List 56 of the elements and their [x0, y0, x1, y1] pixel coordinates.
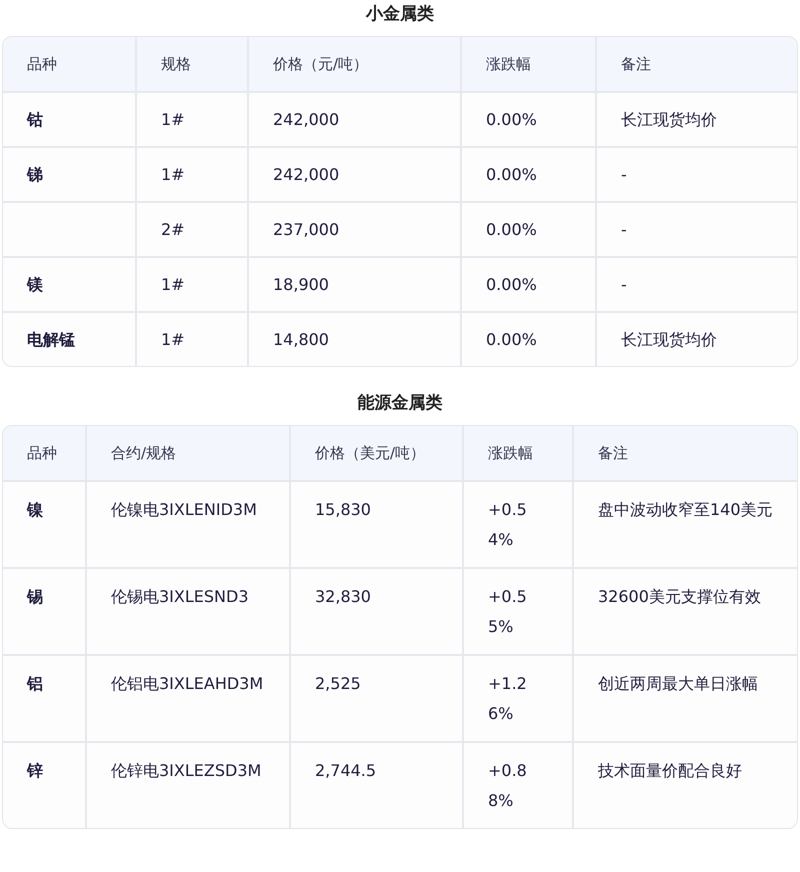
table-cell: 长江现货均价 [596, 92, 797, 147]
table-cell: 2,525 [290, 655, 463, 742]
table-cell: 0.00% [461, 202, 596, 257]
table-cell: 0.00% [461, 312, 596, 366]
column-header: 备注 [596, 37, 797, 92]
table-cell: 伦镍电3IXLENID3M [86, 481, 290, 568]
table-cell: 盘中波动收窄至140美元 [573, 481, 797, 568]
table-cell: - [596, 147, 797, 202]
table-cell: - [596, 202, 797, 257]
table-cell: 18,900 [248, 257, 461, 312]
table-cell: +0.55% [463, 568, 573, 655]
section-title: 能源金属类 [356, 392, 444, 415]
table-cell: +1.26% [463, 655, 573, 742]
variety-cell: 锌 [3, 742, 86, 828]
table-cell: 伦锡电3IXLESND3 [86, 568, 290, 655]
table-cell: 技术面量价配合良好 [573, 742, 797, 828]
table-cell: 0.00% [461, 147, 596, 202]
table-cell: 1# [136, 147, 248, 202]
column-header: 备注 [573, 426, 797, 481]
table-cell: - [596, 257, 797, 312]
column-header: 规格 [136, 37, 248, 92]
column-header: 价格（元/吨） [248, 37, 461, 92]
column-header: 涨跌幅 [461, 37, 596, 92]
table-cell: 0.00% [461, 257, 596, 312]
table-cell: +0.54% [463, 481, 573, 568]
table-cell: +0.88% [463, 742, 573, 828]
table-cell: 15,830 [290, 481, 463, 568]
table-cell: 伦铝电3IXLEAHD3M [86, 655, 290, 742]
column-header: 合约/规格 [86, 426, 290, 481]
table-cell: 0.00% [461, 92, 596, 147]
table-cell: 32,830 [290, 568, 463, 655]
table-cell: 237,000 [248, 202, 461, 257]
table-cell: 14,800 [248, 312, 461, 366]
table-cell: 242,000 [248, 92, 461, 147]
variety-cell: 钴 [3, 92, 136, 147]
table-cell: 242,000 [248, 147, 461, 202]
table-cell: 长江现货均价 [596, 312, 797, 366]
variety-cell: 锡 [3, 568, 86, 655]
table-cell: 1# [136, 312, 248, 366]
table-cell: 32600美元支撑位有效 [573, 568, 797, 655]
variety-cell: 镍 [3, 481, 86, 568]
column-header: 涨跌幅 [463, 426, 573, 481]
table-cell: 2# [136, 202, 248, 257]
table-cell: 创近两周最大单日涨幅 [573, 655, 797, 742]
table-cell: 伦锌电3IXLEZSD3M [86, 742, 290, 828]
table-cell: 2,744.5 [290, 742, 463, 828]
table-cell: 1# [136, 92, 248, 147]
variety-cell: 锑 [3, 147, 136, 202]
table-cell: 1# [136, 257, 248, 312]
column-header: 品种 [3, 426, 86, 481]
variety-cell: 镁 [3, 257, 136, 312]
section-title: 小金属类 [364, 3, 435, 26]
column-header: 品种 [3, 37, 136, 92]
variety-cell: 铝 [3, 655, 86, 742]
variety-cell: 电解锰 [3, 312, 136, 366]
column-header: 价格（美元/吨） [290, 426, 463, 481]
